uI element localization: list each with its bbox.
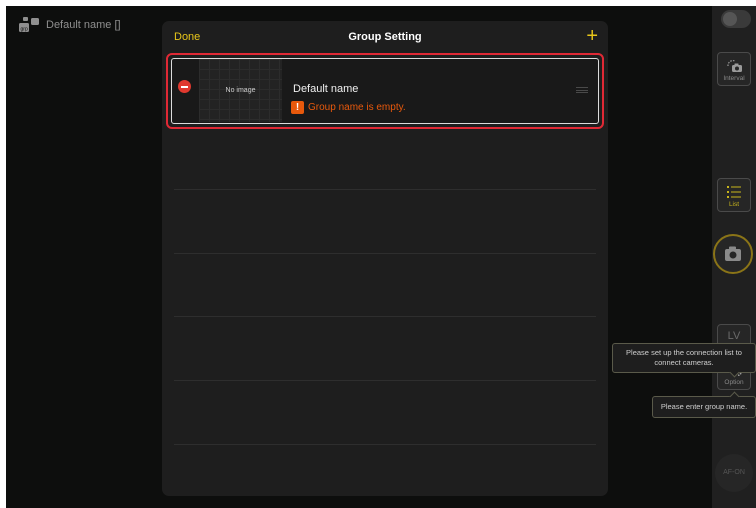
camera-icon [725,246,741,261]
group-name[interactable]: Default name [293,83,358,95]
interval-label: Interval [723,75,745,82]
interval-timer-icon [727,59,742,72]
empty-row-divider [174,189,596,190]
right-control-panel: Interval List LV Option AF-ON [712,6,756,508]
camera-group-icon: grp [18,16,40,34]
group-name-tooltip: Please enter group name. [652,391,756,418]
panel-toggle[interactable] [721,10,751,28]
thumbnail-placeholder-text: No image [225,87,256,94]
reorder-handle-icon[interactable] [576,87,588,93]
group-label: Default name [] [46,19,121,31]
group-name-tooltip-text: Please enter group name. [660,402,748,411]
group-row-content: No image Default name ! Group name is em… [171,58,599,124]
lv-label: LV [727,330,741,342]
error-message: Group name is empty. [308,102,406,113]
empty-row-divider [174,316,596,317]
list-label: List [728,201,740,208]
empty-row-divider [174,380,596,381]
group-row[interactable]: No image Default name ! Group name is em… [166,53,604,129]
svg-text:grp: grp [21,27,28,33]
group-setting-dialog: Done Group Setting + No image Default na… [162,21,608,496]
group-name-error: ! Group name is empty. [291,101,406,114]
add-group-button[interactable]: + [586,24,598,48]
empty-row-divider [174,444,596,445]
app-screen: grp Default name [] Done Group Setting +… [6,6,756,508]
group-indicator[interactable]: grp Default name [] [18,16,121,34]
af-on-button[interactable]: AF-ON [715,454,753,492]
dialog-header: Done Group Setting + [162,21,608,53]
shutter-button[interactable] [713,234,753,274]
group-thumbnail: No image [199,59,282,122]
list-button[interactable]: List [717,178,751,212]
warning-icon: ! [291,101,304,114]
delete-group-button[interactable] [178,80,191,93]
connection-tooltip: Please set up the connection list to con… [612,343,756,378]
connection-tooltip-text: Please set up the connection list to con… [626,348,742,367]
empty-row-divider [174,253,596,254]
list-icon [727,186,741,198]
interval-button[interactable]: Interval [717,52,751,86]
dialog-title: Group Setting [348,31,422,43]
option-label: Option [724,379,744,386]
